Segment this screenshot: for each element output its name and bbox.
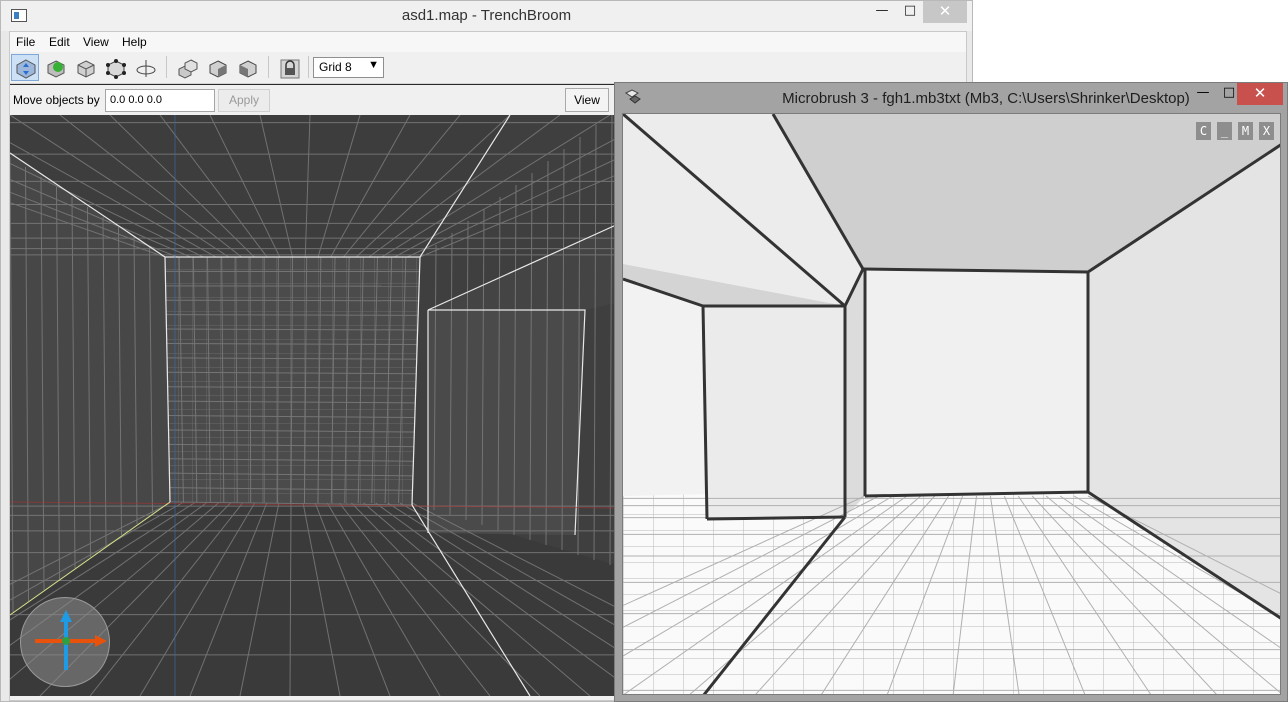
rotate-tool-button[interactable]: [131, 54, 159, 81]
title-bar[interactable]: Microbrush 3 - fgh1.mb3txt (Mb3, C:\User…: [615, 83, 1287, 113]
viewport-controls: C _ M X: [1196, 122, 1274, 140]
move-objects-bar: Move objects by 0.0 0.0 0.0 Apply View: [10, 84, 616, 114]
axis-gizmo[interactable]: [20, 597, 110, 687]
vertex-tool-icon: [106, 59, 126, 79]
window-title: asd1.map - TrenchBroom: [401, 7, 572, 24]
3d-viewport[interactable]: [10, 115, 616, 696]
flip-icon: [209, 60, 227, 78]
grid-line: [166, 314, 419, 316]
padlock-icon: [280, 59, 300, 79]
move-objects-label: Move objects by: [13, 93, 100, 107]
map-3d-render: [623, 114, 1280, 694]
grid-line: [165, 299, 419, 302]
microbrush-window: Microbrush 3 - fgh1.mb3txt (Mb3, C:\User…: [614, 82, 1288, 702]
menu-file[interactable]: File: [16, 35, 35, 49]
menu-bar: File Edit View Help: [10, 32, 966, 52]
viewport-close-button[interactable]: X: [1259, 122, 1274, 140]
desktop: asd1.map - TrenchBroom — □ ✕ File Edit V…: [0, 0, 1288, 702]
viewport-c-button[interactable]: C: [1196, 122, 1211, 140]
duplicate-button[interactable]: [173, 54, 201, 81]
grid-size-value: Grid 8: [319, 60, 352, 74]
create-entity-button[interactable]: [41, 54, 69, 81]
toolbar: Grid 8 ▼: [10, 52, 966, 84]
move-tool-button[interactable]: [11, 54, 39, 81]
toolbar-separator: [166, 56, 167, 78]
view-button[interactable]: View: [565, 88, 609, 112]
move-tool-icon: [16, 59, 36, 79]
duplicate-icon: [178, 59, 198, 79]
grid-line: [249, 256, 252, 504]
flip-v-icon: [239, 60, 257, 78]
create-entity-icon: [47, 60, 65, 78]
flip-vertical-button[interactable]: [233, 54, 261, 81]
toolbar-separator: [268, 56, 269, 78]
viewport-minimize-button[interactable]: _: [1217, 122, 1232, 140]
3d-viewport[interactable]: C _ M X: [622, 113, 1281, 695]
brush-icon: [77, 60, 95, 78]
texture-lock-button[interactable]: [275, 54, 303, 81]
menu-edit[interactable]: Edit: [49, 35, 70, 49]
grid-size-select[interactable]: Grid 8 ▼: [313, 57, 384, 78]
vertex-tool-button[interactable]: [101, 54, 129, 81]
toolbar-separator: [308, 56, 309, 78]
title-bar[interactable]: asd1.map - TrenchBroom — □ ✕: [1, 1, 972, 31]
axis-gizmo-icon: [35, 610, 107, 670]
flip-horizontal-button[interactable]: [203, 54, 231, 81]
menu-view[interactable]: View: [83, 35, 109, 49]
close-button[interactable]: ✕: [1237, 83, 1283, 105]
apply-button[interactable]: Apply: [218, 89, 270, 112]
close-button[interactable]: ✕: [923, 1, 967, 23]
viewport-maximize-button[interactable]: M: [1238, 122, 1253, 140]
menu-help[interactable]: Help: [122, 35, 147, 49]
move-offset-input[interactable]: 0.0 0.0 0.0: [105, 89, 215, 112]
maximize-button[interactable]: □: [894, 1, 926, 23]
rotate-tool-icon: [136, 60, 156, 77]
brush-tool-button[interactable]: [71, 54, 99, 81]
chevron-down-icon: ▼: [368, 59, 379, 71]
